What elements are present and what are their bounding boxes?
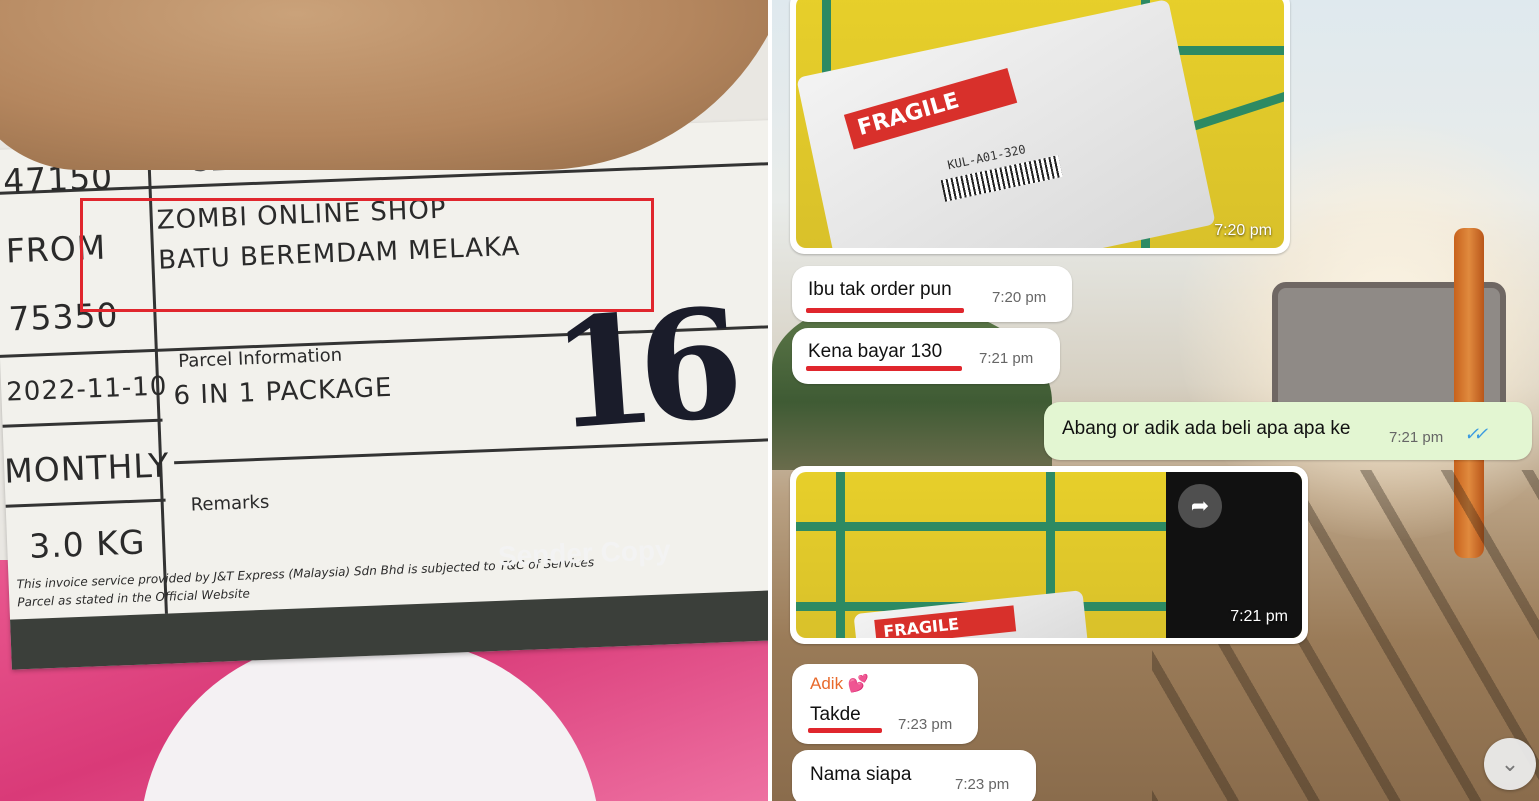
sender-copy-label: Sender Copy: [497, 534, 672, 572]
shipment-date: 2022-11-10: [5, 371, 168, 408]
chat-message-incoming-1[interactable]: Ibu tak order pun 7:20 pm: [792, 266, 1072, 322]
parcel-weight: 3.0 KG: [28, 522, 147, 566]
parcel-video-2[interactable]: FRAGILE ➦ 7:21 pm: [796, 472, 1302, 638]
message-time: 7:21 pm: [979, 350, 1034, 367]
payment-type: MONTHLY: [3, 445, 171, 491]
chat-message-incoming-3[interactable]: Adik 💕 Takde 7:23 pm: [792, 664, 978, 744]
message-text: Abang or adik ada beli apa apa ke: [1062, 418, 1351, 439]
highlight-underline: [808, 728, 882, 733]
media-2-time: 7:21 pm: [1230, 608, 1288, 625]
highlight-underline: [806, 308, 964, 313]
parcel-photo-1[interactable]: FRAGILE KUL-A01-320 7:20 pm: [796, 0, 1284, 248]
message-time: 7:21 pm: [1389, 429, 1444, 446]
message-time: 7:23 pm: [898, 716, 953, 733]
highlight-underline: [806, 366, 962, 371]
remarks-label: Remarks: [190, 491, 270, 516]
parcel-label-photo: SELANGOR 47150 FROM ZOMBI ONLINE SHOP BA…: [0, 0, 768, 801]
double-check-icon: ✓✓: [1464, 424, 1488, 444]
wallpaper-trees: [772, 300, 1052, 470]
media-message-2[interactable]: FRAGILE ➦ 7:21 pm: [790, 466, 1308, 644]
handwritten-number: 16: [546, 276, 731, 464]
message-text: Nama siapa: [810, 764, 912, 785]
chat-message-incoming-2[interactable]: Kena bayar 130 7:21 pm: [792, 328, 1060, 384]
media-1-time: 7:20 pm: [1214, 222, 1272, 239]
parcel-info-value: 6 IN 1 PACKAGE: [173, 372, 393, 412]
fragile-sticker-2: FRAGILE: [874, 605, 1017, 638]
message-time: 7:23 pm: [955, 776, 1010, 793]
chat-screenshot: FRAGILE KUL-A01-320 7:20 pm Ibu tak orde…: [772, 0, 1539, 801]
forward-icon[interactable]: ➦: [1178, 484, 1222, 528]
chevron-double-down-icon[interactable]: ⌄: [1484, 738, 1536, 790]
media-message-1[interactable]: FRAGILE KUL-A01-320 7:20 pm: [790, 0, 1290, 254]
chat-message-incoming-4[interactable]: Nama siapa 7:23 pm: [792, 750, 1036, 801]
message-time: 7:20 pm: [992, 289, 1047, 306]
sender-name-adik: Adik 💕: [810, 674, 869, 693]
message-text: Kena bayar 130: [808, 341, 943, 362]
chat-message-outgoing-1[interactable]: Abang or adik ada beli apa apa ke 7:21 p…: [1044, 402, 1532, 460]
message-text: Takde: [810, 704, 861, 725]
message-text: Ibu tak order pun: [808, 279, 952, 300]
fragile-sticker: FRAGILE: [843, 68, 1018, 150]
